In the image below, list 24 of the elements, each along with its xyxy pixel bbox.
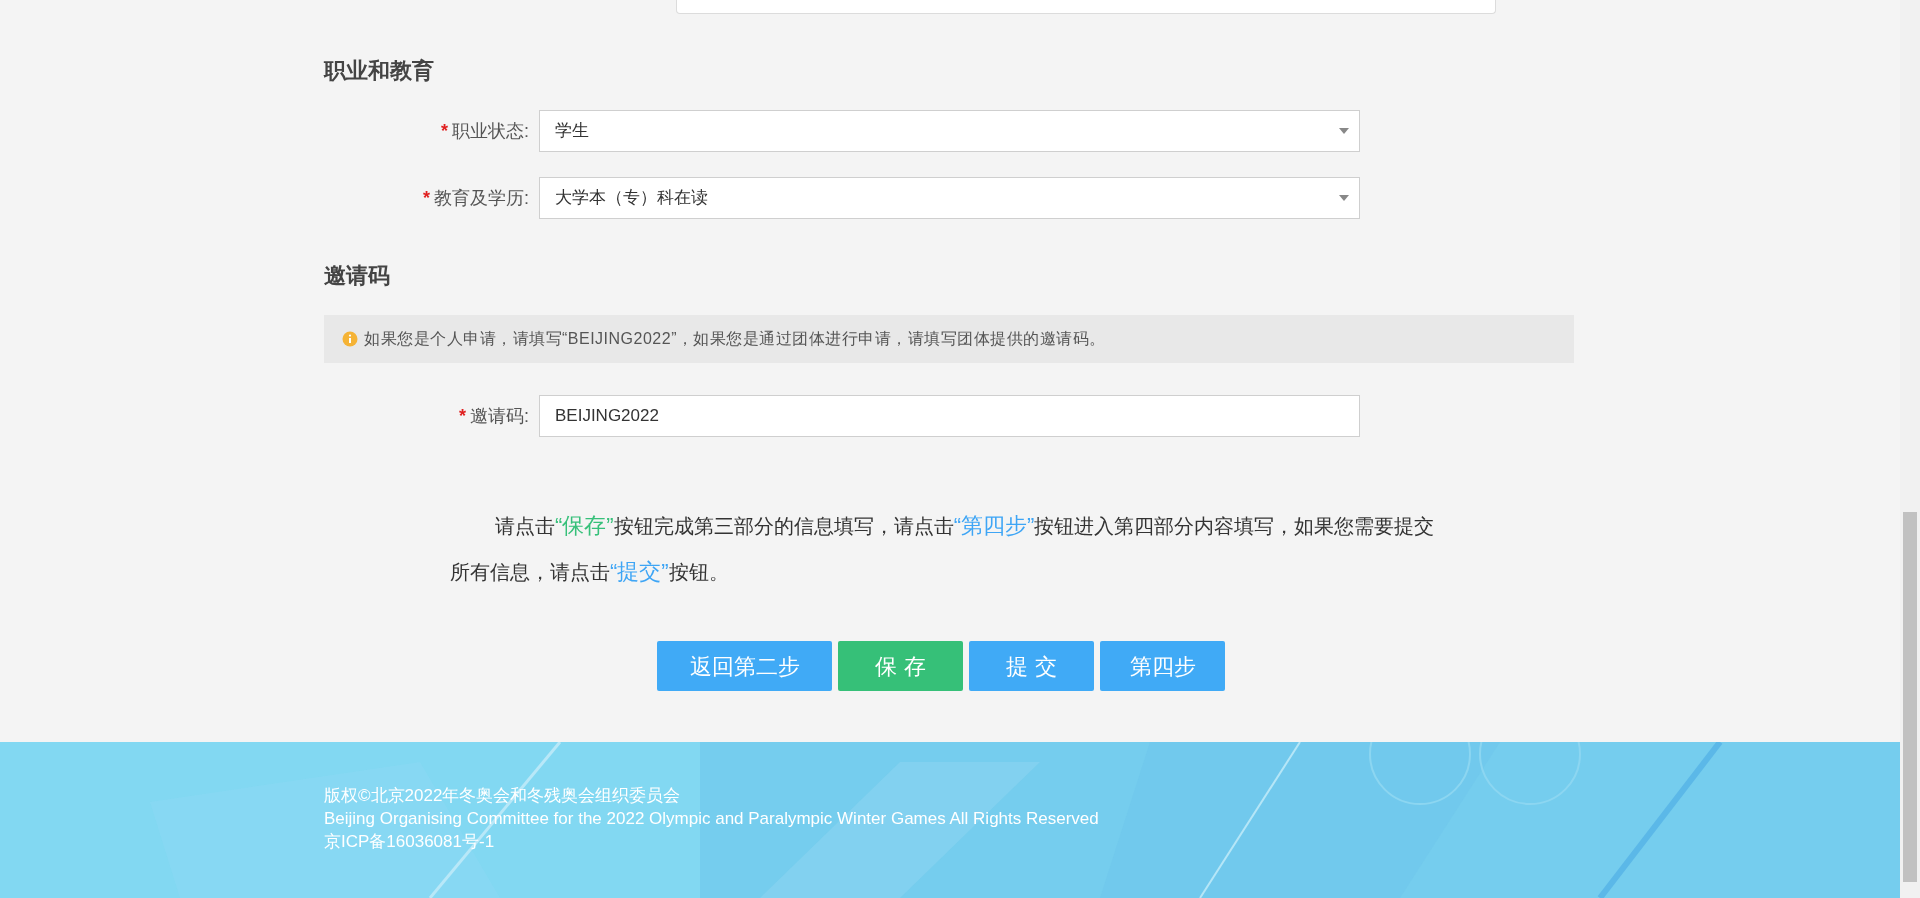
- footer-text: 版权©北京2022年冬奥会和冬残奥会组织委员会: [324, 785, 681, 808]
- caret-icon: [1339, 195, 1349, 201]
- required-mark: *: [440, 119, 448, 143]
- info-icon: [342, 331, 358, 347]
- field-label: 邀请码:: [470, 404, 529, 428]
- required-mark: *: [458, 404, 466, 428]
- action-button[interactable]: 保 存: [838, 641, 963, 691]
- action-button[interactable]: 返回第二步: [657, 641, 832, 691]
- footer-text: 京ICP备16036081号-1: [324, 831, 495, 854]
- action-button[interactable]: 第四步: [1100, 641, 1225, 691]
- section-heading: 邀请码: [324, 262, 391, 290]
- select-field[interactable]: 大学本（专）科在读: [539, 177, 1360, 219]
- section-heading: 职业和教育: [324, 57, 435, 85]
- instruction-text: 请点击“保存”按钮完成第三部分的信息填写，请点击“第四步”按钮进入第四部分内容填写，如果您需要提交所有信息，请点击“提交”按钮。: [450, 512, 1436, 586]
- footer-text: Beijing Organising Committee for the 2022 Olympic and Paralympic Winter Games All Rights Reserved: [324, 808, 1099, 831]
- caret-icon: [1339, 128, 1349, 134]
- field-label: 教育及学历:: [434, 186, 529, 210]
- action-button[interactable]: 提 交: [969, 641, 1094, 691]
- select-field[interactable]: 学生: [539, 110, 1360, 152]
- input-field[interactable]: [676, 0, 1496, 14]
- required-mark: *: [422, 186, 430, 210]
- notice-text: 如果您是个人申请，请填写“BEIJING2022”，如果您是通过团体进行申请，请填写团体提供的邀请码。: [364, 329, 1106, 349]
- input-field[interactable]: BEIJING2022: [539, 395, 1360, 437]
- field-label: 职业状态:: [452, 119, 529, 143]
